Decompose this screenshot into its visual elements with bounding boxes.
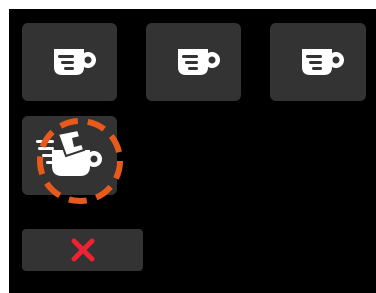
beverage-button-hot-water[interactable] xyxy=(22,116,117,195)
cancel-button[interactable] xyxy=(22,229,143,271)
beverage-button-3[interactable] xyxy=(270,23,366,101)
coffee-cup-icon xyxy=(178,49,220,75)
beverage-button-2[interactable] xyxy=(146,23,241,101)
coffee-cup-icon xyxy=(302,49,344,75)
beverage-selection-screen xyxy=(9,9,376,293)
close-icon xyxy=(71,238,95,262)
beverage-button-1[interactable] xyxy=(22,23,117,101)
coffee-cup-icon xyxy=(54,49,96,75)
hot-water-pour-icon xyxy=(36,128,102,176)
